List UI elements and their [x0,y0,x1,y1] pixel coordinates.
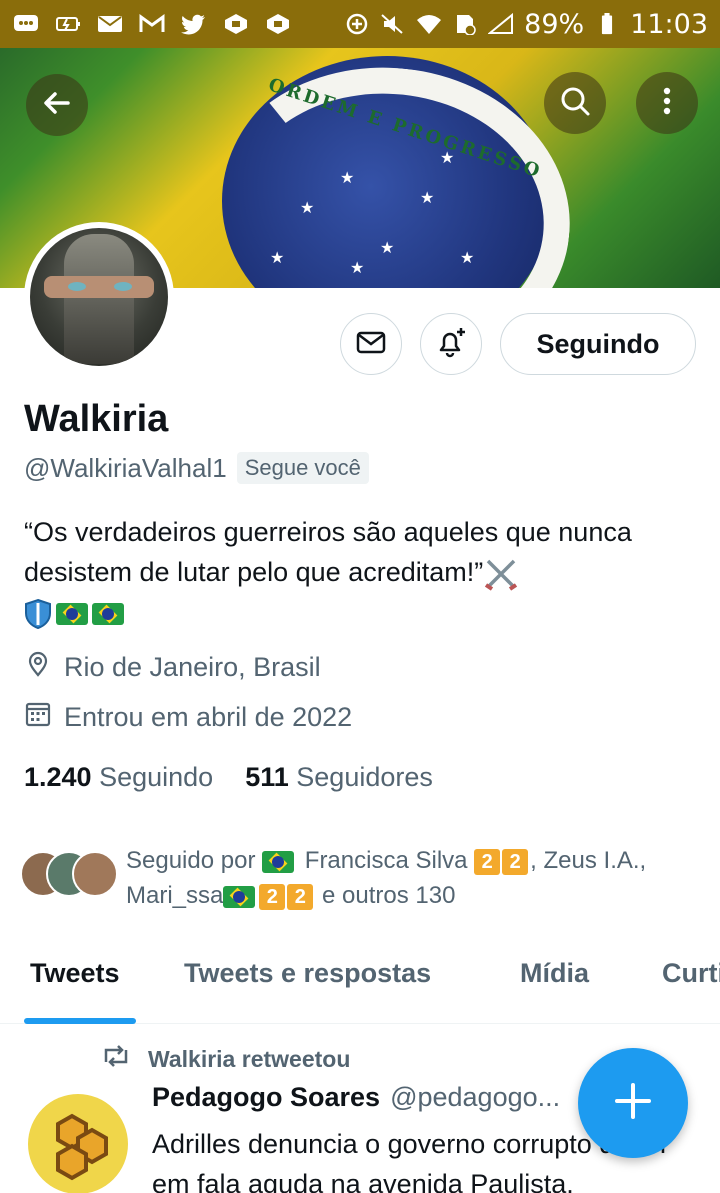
location-pin-icon [24,650,52,685]
mute-icon [380,12,406,36]
star-icon: ★ [270,250,285,267]
shield-icon [25,598,51,629]
app-icon [222,12,250,36]
retweet-label: Walkiria retweetou [148,1045,351,1072]
followed-by-suffix: e outros 130 [322,882,456,909]
location-row: Rio de Janeiro, Brasil [24,650,321,685]
message-button[interactable] [340,313,402,375]
more-options-button[interactable] [636,72,698,134]
bell-plus-icon [435,326,467,363]
keycap-icon: 2 [474,848,501,875]
keycap-icon: 2 [502,848,529,875]
star-icon: ★ [300,200,315,217]
calendar-icon [24,700,52,735]
avatar-image [30,228,168,366]
status-bar: 89% 11:03 [0,0,720,48]
plus-icon [611,1079,655,1128]
followers-count: 511 [245,762,289,792]
followers-stat[interactable]: 511 Seguidores [245,762,433,793]
mutual-name: Francisca Silva [304,847,468,874]
mail-icon [96,12,124,36]
active-tab-indicator [24,1018,136,1024]
tab-label: Tweets e respostas [184,958,432,988]
clock: 11:03 [630,8,708,40]
followers-label: Seguidores [296,762,433,792]
star-icon: ★ [420,190,435,207]
keycap-icon: 2 [287,883,314,910]
following-stat[interactable]: 1.240 Seguindo [24,762,213,793]
wifi-icon [416,12,442,36]
brazil-flag-icon [56,602,88,625]
search-button[interactable] [544,72,606,134]
retweet-indicator: Walkiria retweetou [100,1042,350,1076]
follows-you-badge: Segue você [236,452,369,484]
compose-tweet-button[interactable] [578,1048,688,1158]
search-icon [558,84,592,123]
star-icon: ★ [380,240,395,257]
honeycomb-icon [56,1113,108,1181]
following-button[interactable]: Seguindo [500,313,696,375]
joined-row: Entrou em abril de 2022 [24,700,352,735]
followed-by-section[interactable]: Seguido por Francisca Silva 22, Zeus I.A… [20,843,706,913]
tab-likes[interactable]: Curtidas [662,940,720,1024]
crossed-swords-icon [485,559,518,591]
system-status: 89% 11:03 [344,9,708,40]
add-circle-icon [344,12,370,36]
arrow-left-icon [40,86,74,125]
battery-percent: 89% [524,8,585,40]
location-text: Rio de Janeiro, Brasil [64,652,321,682]
tweet-author-avatar[interactable] [28,1094,128,1193]
tab-label: Tweets [30,958,120,988]
keycap-icon: 2 [259,883,286,910]
star-icon: ★ [340,170,355,187]
follow-stats: 1.240 Seguindo 511 Seguidores [24,762,433,793]
tab-media[interactable]: Mídia [520,940,589,1024]
brazil-flag-icon [262,850,295,873]
more-vertical-icon [650,84,684,123]
followed-by-prefix: Seguido por [126,847,256,874]
tab-label: Mídia [520,958,590,988]
star-icon: ★ [350,260,365,277]
tab-tweets-and-replies[interactable]: Tweets e respostas [184,940,431,1024]
battery-saver-icon [54,12,82,36]
chat-icon [12,12,40,36]
no-data-icon [452,12,478,36]
star-icon: ★ [460,250,475,267]
tweet-author-handle: @pedagogo... [390,1082,561,1112]
signal-icon [488,12,514,36]
tab-tweets[interactable]: Tweets [24,940,136,1024]
profile-bio: “Os verdadeiros guerreiros são aqueles q… [24,512,696,632]
twitter-icon [180,12,208,36]
brazil-flag-icon [223,885,256,908]
tweet-author-name[interactable]: Pedagogo Soares [152,1082,380,1113]
following-count: 1.240 [24,762,92,792]
profile-avatar[interactable] [24,222,174,372]
avatar [72,851,118,897]
mutual-name: Mari_ssa [126,882,224,909]
gmail-icon [138,12,166,36]
brazil-flag-icon [92,602,124,625]
back-button[interactable] [26,74,88,136]
mail-icon [355,326,387,363]
handle-row: @WalkiriaValhal1 Segue você [24,452,369,484]
joined-text: Entrou em abril de 2022 [64,702,353,732]
mutual-name: , Zeus I.A., [530,847,647,874]
battery-icon [594,12,620,36]
mutual-avatars [20,851,120,907]
profile-handle: @WalkiriaValhal1 [24,452,227,483]
tab-label: Curtidas [662,958,720,988]
following-label: Seguindo [99,762,214,792]
retweet-icon [100,1042,132,1076]
followed-by-text: Seguido por Francisca Silva 22, Zeus I.A… [126,843,706,913]
bio-text: “Os verdadeiros guerreiros são aqueles q… [24,517,632,587]
profile-tabs: Tweets Tweets e respostas Mídia Curtidas [0,940,720,1024]
notification-icons [12,12,292,36]
tweet-header: Pedagogo Soares @pedagogo... [152,1082,560,1113]
notifications-button[interactable] [420,313,482,375]
star-icon: ★ [440,150,455,167]
profile-name: Walkiria [24,398,169,440]
app-icon [264,12,292,36]
